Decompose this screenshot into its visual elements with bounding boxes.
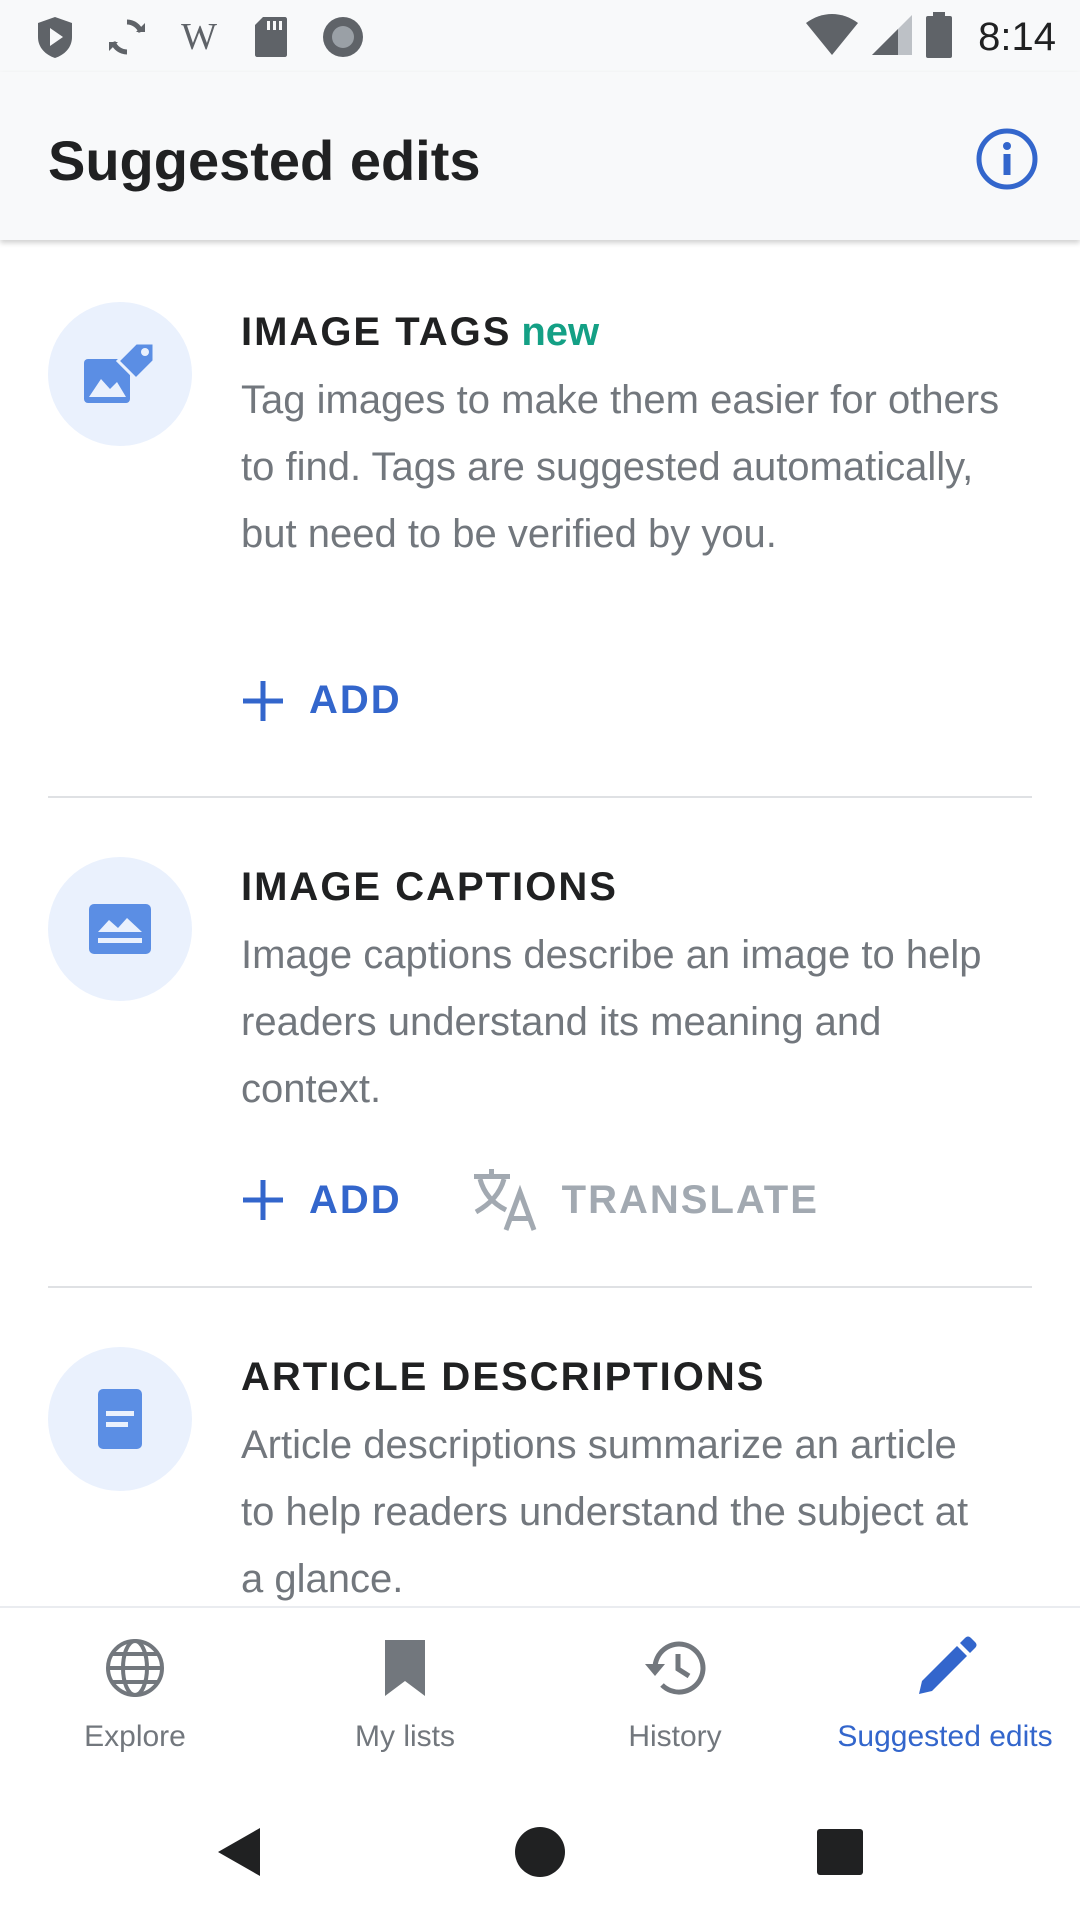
suggested-edits-list[interactable]: IMAGE TAGS new Tag images to make them ea… (0, 240, 1080, 1606)
sd-card-icon (246, 12, 296, 62)
image-caption-icon-circle (48, 857, 192, 1001)
image-tag-icon (84, 341, 156, 403)
new-badge: new (521, 310, 600, 354)
nav-label: Explore (84, 1720, 186, 1753)
app-bar: Suggested edits (0, 72, 1080, 240)
signal-icon (870, 13, 914, 62)
status-icons-right: 8:14 (804, 10, 1056, 64)
home-icon[interactable] (510, 1822, 570, 1882)
card-title-text: IMAGE CAPTIONS (241, 865, 618, 909)
image-tag-icon-circle (48, 302, 192, 446)
card-actions: ADD (241, 678, 402, 723)
add-label: ADD (309, 1177, 402, 1222)
plus-icon (243, 1180, 283, 1220)
system-navigation-bar (0, 1782, 1080, 1920)
article-description-icon-circle (48, 1347, 192, 1491)
image-captions-card: IMAGE CAPTIONS Image captions describe a… (0, 798, 1080, 1288)
sync-icon (102, 12, 152, 62)
card-title-image-tags: IMAGE TAGS new (241, 310, 599, 355)
status-bar: W 8:14 (0, 0, 1080, 72)
bookmark-icon (385, 1640, 425, 1696)
card-description: Image captions describe an image to help… (241, 933, 982, 1111)
page-title: Suggested edits (48, 129, 481, 192)
svg-text:W: W (181, 17, 217, 57)
card-title-text: ARTICLE DESCRIPTIONS (241, 1355, 766, 1399)
status-clock: 8:14 (978, 14, 1056, 59)
wifi-icon (804, 13, 860, 62)
card-title-image-captions: IMAGE CAPTIONS (241, 865, 618, 910)
bottom-navigation: Explore My lists History Suggested edits (0, 1606, 1080, 1782)
nav-item-history[interactable]: History (540, 1608, 810, 1782)
nav-item-explore[interactable]: Explore (0, 1608, 270, 1782)
nav-item-suggested-edits[interactable]: Suggested edits (810, 1608, 1080, 1782)
card-title-article-descriptions: ARTICLE DESCRIPTIONS (241, 1355, 765, 1400)
image-captions-translate-button[interactable]: TRANSLATE (472, 1168, 819, 1232)
card-description: Tag images to make them easier for other… (241, 378, 1000, 556)
nav-label: History (628, 1720, 722, 1753)
card-description: Article descriptions summarize an articl… (241, 1423, 969, 1601)
translate-icon (473, 1169, 537, 1231)
info-button[interactable] (972, 124, 1042, 194)
card-actions: ADD TRANSLATE (241, 1168, 819, 1232)
card-title-text: IMAGE TAGS (241, 310, 512, 354)
add-label: ADD (309, 678, 402, 722)
image-caption-icon (89, 904, 151, 954)
image-tags-card: IMAGE TAGS new Tag images to make them ea… (0, 240, 1080, 798)
record-icon (318, 12, 368, 62)
shield-play-icon (30, 12, 80, 62)
history-icon (645, 1641, 706, 1695)
nav-item-my-lists[interactable]: My lists (270, 1608, 540, 1782)
battery-icon (924, 11, 954, 64)
nav-label: Suggested edits (837, 1720, 1053, 1753)
back-icon[interactable] (210, 1822, 270, 1882)
article-description-icon (98, 1389, 142, 1449)
image-tags-add-button[interactable]: ADD (241, 678, 402, 723)
pencil-icon (919, 1636, 977, 1694)
image-captions-add-button[interactable]: ADD (241, 1178, 402, 1223)
article-descriptions-card: ARTICLE DESCRIPTIONS Article description… (0, 1288, 1080, 1606)
globe-icon (106, 1639, 164, 1697)
recents-icon[interactable] (810, 1822, 870, 1882)
status-icons-left: W (30, 12, 368, 62)
nav-label: My lists (355, 1720, 455, 1753)
plus-icon (243, 680, 283, 721)
info-icon (976, 128, 1038, 190)
translate-label: TRANSLATE (561, 1177, 819, 1222)
wikipedia-w-icon: W (174, 12, 224, 62)
